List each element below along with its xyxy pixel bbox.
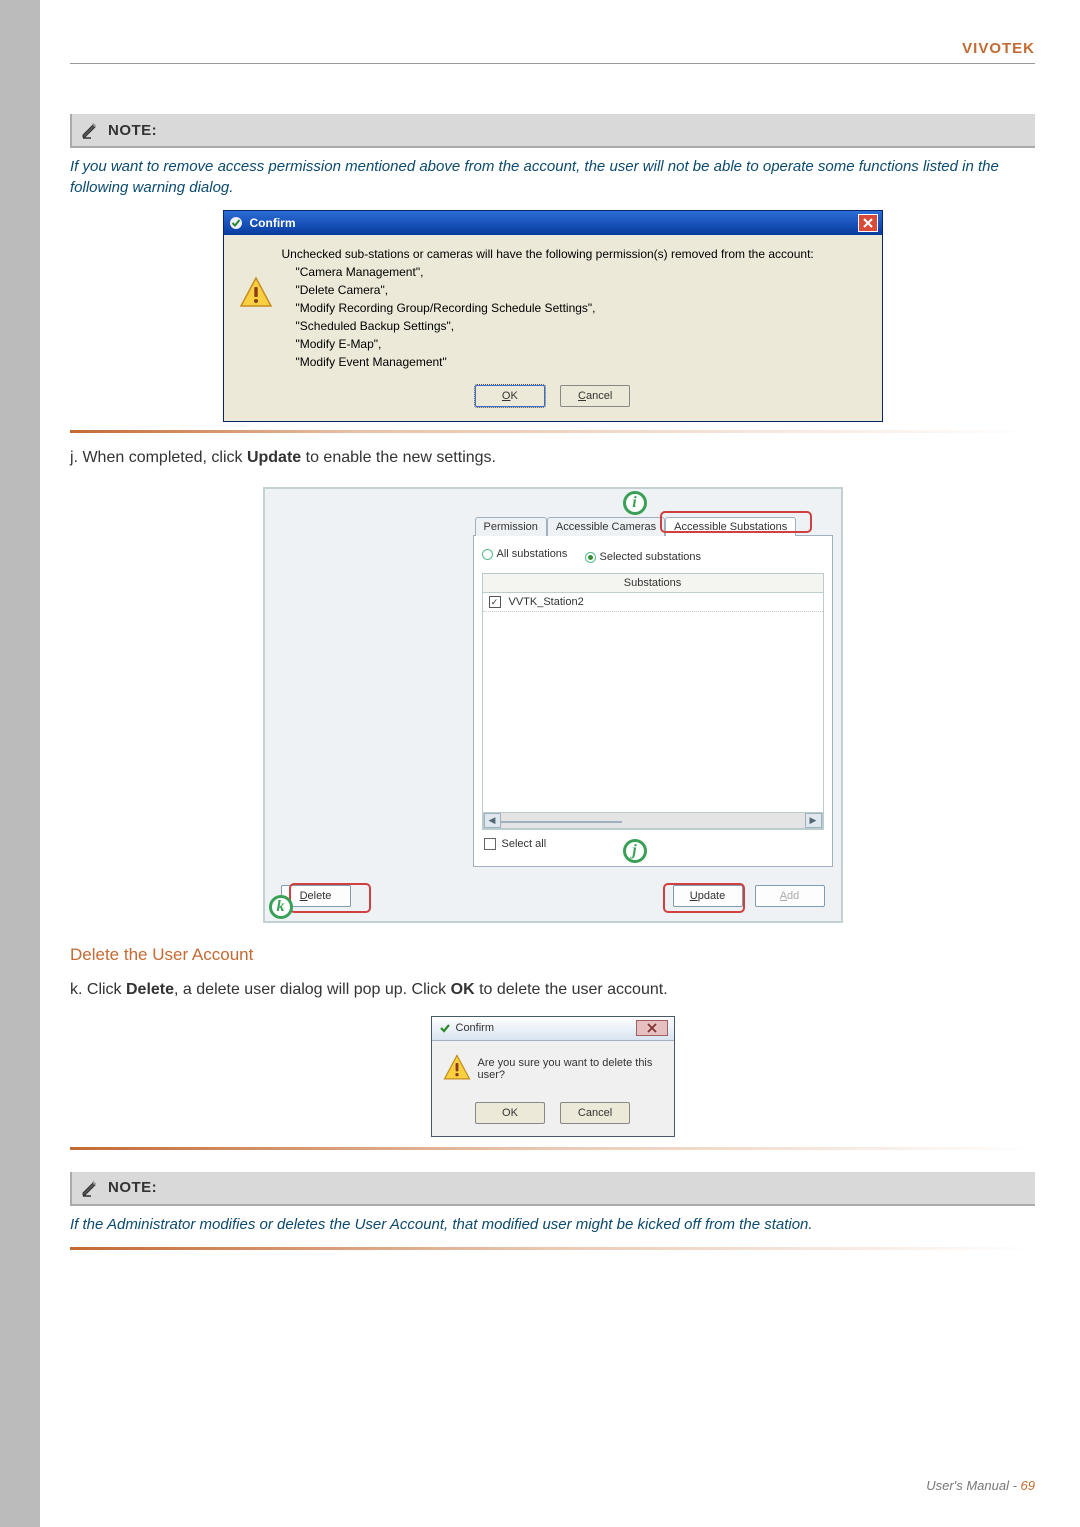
substation-row[interactable]: ✓ VVTK_Station2 — [483, 593, 823, 612]
step-k-text: k. Click Delete, a delete user dialog wi… — [70, 979, 1035, 1001]
close-icon[interactable] — [858, 214, 878, 232]
dialog1-titlebar: Confirm — [224, 211, 882, 235]
dialog1-perm: "Modify Event Management" — [296, 353, 868, 371]
check-icon — [228, 215, 244, 231]
callout-i: i — [623, 491, 647, 515]
callout-k: k — [269, 895, 293, 919]
add-button[interactable]: Add — [755, 885, 825, 907]
callout-j-top: j — [623, 839, 647, 863]
substations-panel: i Permission Accessible Cameras Accessib… — [263, 487, 843, 923]
step-j-suffix: to enable the new settings. — [301, 449, 496, 466]
header-rule — [70, 63, 1035, 64]
step-k-bold2: OK — [451, 981, 475, 998]
substation-name: VVTK_Station2 — [509, 596, 584, 608]
note-label-2: NOTE: — [108, 1179, 157, 1196]
scroll-right-icon[interactable]: ▶ — [805, 813, 822, 828]
dialog1-perm: "Delete Camera", — [296, 281, 868, 299]
dialog1-perm: "Scheduled Backup Settings", — [296, 317, 868, 335]
footer-page-number: 69 — [1021, 1478, 1035, 1493]
cancel-button[interactable]: Cancel — [560, 385, 630, 407]
ok-button[interactable]: OK — [475, 385, 545, 407]
radio-all-substations[interactable]: All substations — [482, 548, 568, 560]
ok-button[interactable]: OK — [475, 1102, 545, 1124]
warning-icon — [238, 245, 282, 371]
step-j-prefix: j. When completed, click — [70, 449, 247, 466]
left-gutter — [0, 0, 40, 1527]
dialog2-titlebar: Confirm — [432, 1017, 674, 1041]
radio-all-label: All substations — [497, 548, 568, 560]
pencil-icon — [80, 120, 100, 140]
brand-label: VIVOTEK — [70, 40, 1035, 57]
select-all-row[interactable]: Select all — [482, 830, 824, 858]
step-k-suffix: to delete the user account. — [475, 981, 668, 998]
substation-checkbox[interactable]: ✓ — [489, 596, 501, 608]
note-intro-text: If you want to remove access permission … — [70, 156, 1035, 198]
divider — [70, 1247, 1035, 1250]
step-k-prefix: k. Click — [70, 981, 126, 998]
tab-permission[interactable]: Permission — [475, 517, 547, 536]
page-footer: User's Manual - 69 — [926, 1478, 1035, 1493]
select-all-checkbox[interactable] — [484, 838, 496, 850]
divider — [70, 430, 1035, 433]
select-all-label: Select all — [502, 838, 547, 850]
step-j-bold: Update — [247, 449, 301, 466]
dialog2-title: Confirm — [456, 1022, 495, 1034]
warning-icon — [442, 1053, 478, 1086]
check-icon — [438, 1021, 452, 1035]
section-delete-user-heading: Delete the User Account — [70, 945, 1035, 965]
dialog1-perm: "Modify E-Map", — [296, 335, 868, 353]
confirm-dialog-1: Confirm Unchecked sub-stations or camera… — [223, 210, 883, 422]
dialog1-line1: Unchecked sub-stations or cameras will h… — [282, 245, 868, 263]
scroll-left-icon[interactable]: ◀ — [484, 813, 501, 828]
note2-text: If the Administrator modifies or deletes… — [70, 1214, 1035, 1235]
panel-left-column — [265, 489, 465, 875]
callout-j-highlight — [663, 883, 745, 913]
cancel-button[interactable]: Cancel — [560, 1102, 630, 1124]
dialog1-title: Confirm — [250, 216, 296, 230]
horizontal-scrollbar[interactable]: ◀ ▶ — [483, 812, 823, 829]
dialog1-perm: "Camera Management", — [296, 263, 868, 281]
footer-label: User's Manual - — [926, 1478, 1020, 1493]
confirm-dialog-2: Confirm Are you sure you want to delete … — [431, 1016, 675, 1137]
step-j-text: j. When completed, click Update to enabl… — [70, 447, 1035, 469]
note-header: NOTE: — [70, 114, 1035, 148]
radio-selected-label: Selected substations — [600, 551, 702, 563]
close-icon[interactable] — [636, 1020, 668, 1036]
dialog2-text: Are you sure you want to delete this use… — [478, 1057, 664, 1081]
substations-column-header: Substations — [483, 574, 823, 593]
pencil-icon — [80, 1178, 100, 1198]
dialog1-perm: "Modify Recording Group/Recording Schedu… — [296, 299, 868, 317]
callout-k-highlight — [289, 883, 371, 913]
radio-selected-substations[interactable]: Selected substations — [585, 551, 702, 563]
callout-i-highlight — [660, 511, 812, 533]
tab-accessible-cameras[interactable]: Accessible Cameras — [547, 517, 665, 536]
step-k-mid: , a delete user dialog will pop up. Clic… — [174, 981, 451, 998]
note-label: NOTE: — [108, 122, 157, 139]
note-header-2: NOTE: — [70, 1172, 1035, 1206]
step-k-bold1: Delete — [126, 981, 174, 998]
dialog1-text: Unchecked sub-stations or cameras will h… — [282, 245, 868, 371]
